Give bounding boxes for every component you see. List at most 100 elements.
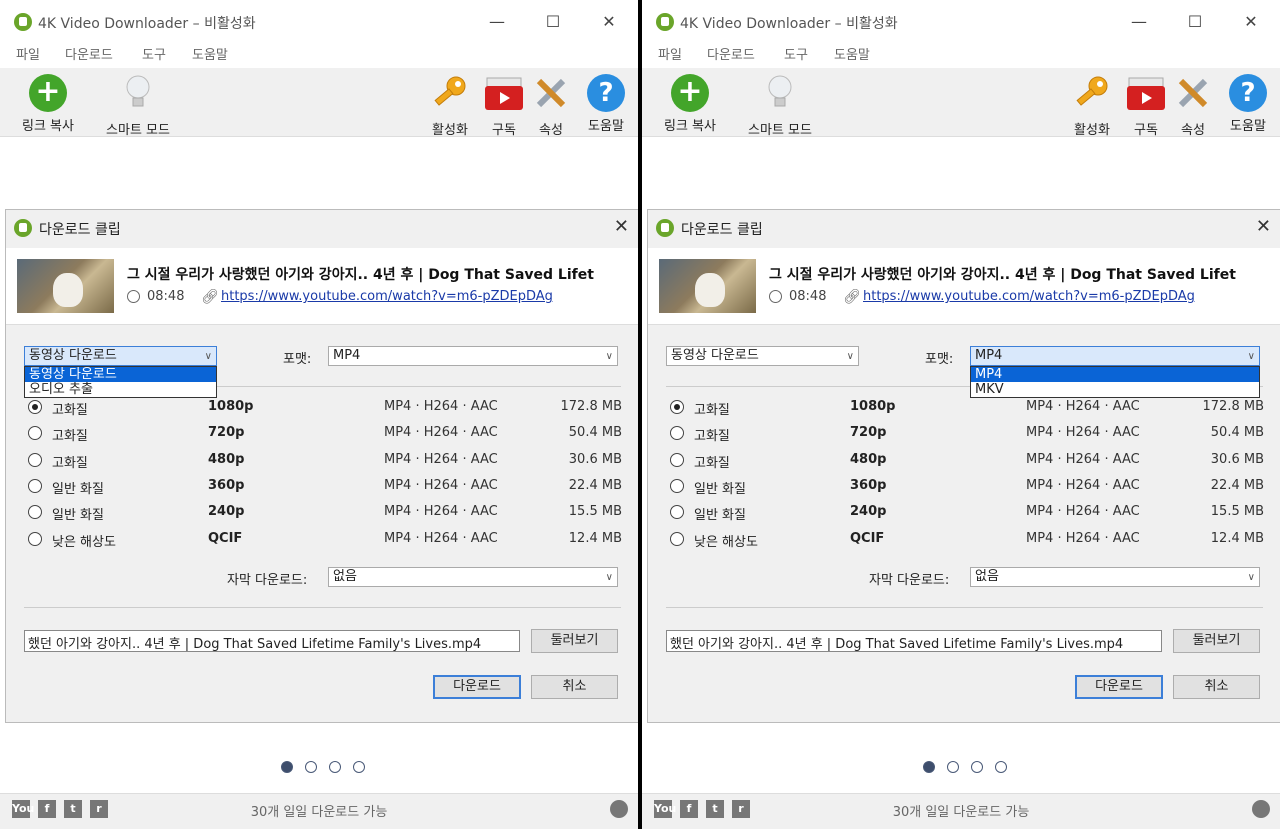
radio-button[interactable] bbox=[28, 452, 42, 467]
maximize-icon[interactable]: ☐ bbox=[1180, 10, 1210, 34]
settings-button[interactable]: 속성 bbox=[1171, 74, 1215, 138]
browse-button[interactable]: 둘러보기 bbox=[1173, 629, 1260, 653]
page-dot[interactable] bbox=[353, 761, 365, 773]
page-dot[interactable] bbox=[305, 761, 317, 773]
menu-help[interactable]: 도움말 bbox=[834, 44, 870, 63]
toolbar: + 링크 복사 스마트 모드 활성화 구독 속성 ? 도움말 bbox=[642, 68, 1280, 138]
dropdown-option[interactable]: MP4 bbox=[971, 367, 1259, 382]
browse-button[interactable]: 둘러보기 bbox=[531, 629, 618, 653]
subscribe-button[interactable]: 구독 bbox=[482, 74, 526, 138]
download-type-select[interactable]: 동영상 다운로드 ∨ bbox=[24, 346, 217, 366]
page-dot[interactable] bbox=[971, 761, 983, 773]
page-dot[interactable] bbox=[947, 761, 959, 773]
menu-tools[interactable]: 도구 bbox=[142, 44, 166, 63]
dropdown-option[interactable]: MKV bbox=[971, 382, 1259, 397]
video-duration: 08:48 bbox=[789, 289, 827, 304]
activate-button[interactable]: 활성화 bbox=[1067, 74, 1117, 138]
menu-tools[interactable]: 도구 bbox=[784, 44, 808, 63]
globe-icon[interactable] bbox=[1252, 800, 1270, 818]
activate-button[interactable]: 활성화 bbox=[425, 74, 475, 138]
quality-option[interactable]: 고화질 1080p MP4 · H264 · AAC 172.8 MB bbox=[28, 398, 622, 418]
quality-option[interactable]: 일반 화질 360p MP4 · H264 · AAC 22.4 MB bbox=[28, 477, 622, 497]
cancel-button[interactable]: 취소 bbox=[1173, 675, 1260, 699]
filename-value: 했던 아기와 강아지.. 4년 후 | Dog That Saved Lifet… bbox=[28, 637, 482, 652]
radio-button[interactable] bbox=[670, 478, 684, 493]
radio-button[interactable] bbox=[670, 400, 684, 414]
cancel-button[interactable]: 취소 bbox=[531, 675, 618, 699]
quality-option[interactable]: 고화질 480p MP4 · H264 · AAC 30.6 MB bbox=[28, 451, 622, 471]
quality-option[interactable]: 고화질 480p MP4 · H264 · AAC 30.6 MB bbox=[670, 451, 1264, 471]
radio-button[interactable] bbox=[28, 400, 42, 414]
quality-option[interactable]: 고화질 1080p MP4 · H264 · AAC 172.8 MB bbox=[670, 398, 1264, 418]
help-button[interactable]: ? 도움말 bbox=[580, 74, 632, 134]
quality-codec: MP4 · H264 · AAC bbox=[384, 399, 498, 414]
format-value: MP4 bbox=[333, 348, 361, 363]
subtitle-select[interactable]: 없음 ∨ bbox=[970, 567, 1260, 587]
dropdown-option[interactable]: 오디오 추출 bbox=[25, 382, 216, 397]
radio-button[interactable] bbox=[28, 531, 42, 546]
dialog-close-icon[interactable]: ✕ bbox=[614, 216, 629, 237]
filename-input[interactable]: 했던 아기와 강아지.. 4년 후 | Dog That Saved Lifet… bbox=[24, 630, 520, 652]
radio-button[interactable] bbox=[670, 505, 684, 520]
smart-mode-button[interactable]: 스마트 모드 bbox=[735, 74, 825, 138]
quality-option[interactable]: 낮은 해상도 QCIF MP4 · H264 · AAC 12.4 MB bbox=[670, 530, 1264, 550]
page-dot[interactable] bbox=[923, 761, 935, 773]
dialog-title: 다운로드 클립 bbox=[681, 222, 763, 238]
quality-option[interactable]: 고화질 720p MP4 · H264 · AAC 50.4 MB bbox=[28, 424, 622, 444]
format-select[interactable]: MP4 ∨ bbox=[970, 346, 1260, 366]
subscribe-button[interactable]: 구독 bbox=[1124, 74, 1168, 138]
settings-button[interactable]: 속성 bbox=[529, 74, 573, 138]
quality-size: 172.8 MB bbox=[1202, 399, 1264, 414]
quality-option[interactable]: 고화질 720p MP4 · H264 · AAC 50.4 MB bbox=[670, 424, 1264, 444]
video-thumbnail bbox=[17, 259, 114, 313]
quality-codec: MP4 · H264 · AAC bbox=[384, 530, 498, 546]
radio-button[interactable] bbox=[28, 478, 42, 493]
page-dot[interactable] bbox=[329, 761, 341, 773]
globe-icon[interactable] bbox=[610, 800, 628, 818]
chevron-down-icon: ∨ bbox=[605, 351, 613, 362]
minimize-icon[interactable]: — bbox=[1124, 10, 1154, 34]
menu-help[interactable]: 도움말 bbox=[192, 44, 228, 63]
quality-option[interactable]: 일반 화질 240p MP4 · H264 · AAC 15.5 MB bbox=[28, 503, 622, 523]
close-icon[interactable]: ✕ bbox=[594, 10, 624, 34]
radio-button[interactable] bbox=[28, 426, 42, 441]
minimize-icon[interactable]: — bbox=[482, 10, 512, 34]
format-label: 포맷: bbox=[925, 352, 954, 367]
video-url[interactable]: https://www.youtube.com/watch?v=m6-pZDEp… bbox=[863, 289, 1195, 304]
divider bbox=[666, 607, 1263, 608]
menu-file[interactable]: 파일 bbox=[658, 44, 682, 63]
quality-option[interactable]: 일반 화질 240p MP4 · H264 · AAC 15.5 MB bbox=[670, 503, 1264, 523]
download-type-select[interactable]: 동영상 다운로드 ∨ bbox=[666, 346, 859, 366]
close-icon[interactable]: ✕ bbox=[1236, 10, 1266, 34]
filename-input[interactable]: 했던 아기와 강아지.. 4년 후 | Dog That Saved Lifet… bbox=[666, 630, 1162, 652]
quality-option[interactable]: 낮은 해상도 QCIF MP4 · H264 · AAC 12.4 MB bbox=[28, 530, 622, 550]
dropdown-option[interactable]: 동영상 다운로드 bbox=[25, 367, 216, 382]
radio-button[interactable] bbox=[28, 505, 42, 520]
video-url[interactable]: https://www.youtube.com/watch?v=m6-pZDEp… bbox=[221, 289, 553, 304]
page-dot[interactable] bbox=[995, 761, 1007, 773]
format-select[interactable]: MP4 ∨ bbox=[328, 346, 618, 366]
radio-button[interactable] bbox=[670, 452, 684, 467]
radio-button[interactable] bbox=[670, 426, 684, 441]
dialog-close-icon[interactable]: ✕ bbox=[1256, 216, 1271, 237]
download-button[interactable]: 다운로드 bbox=[1075, 675, 1163, 699]
page-dot[interactable] bbox=[281, 761, 293, 773]
clock-icon bbox=[769, 290, 782, 303]
menu-download[interactable]: 다운로드 bbox=[65, 44, 113, 63]
menu-bar: 파일 다운로드 도구 도움말 bbox=[0, 44, 638, 68]
help-button[interactable]: ? 도움말 bbox=[1222, 74, 1274, 134]
app-logo-icon bbox=[14, 219, 32, 237]
subtitle-select[interactable]: 없음 ∨ bbox=[328, 567, 618, 587]
radio-button[interactable] bbox=[670, 531, 684, 546]
copy-link-button[interactable]: + 링크 복사 bbox=[12, 74, 84, 134]
link-icon: 🔗︎ bbox=[201, 289, 219, 305]
download-button[interactable]: 다운로드 bbox=[433, 675, 521, 699]
smart-mode-button[interactable]: 스마트 모드 bbox=[93, 74, 183, 138]
quality-option[interactable]: 일반 화질 360p MP4 · H264 · AAC 22.4 MB bbox=[670, 477, 1264, 497]
menu-download[interactable]: 다운로드 bbox=[707, 44, 755, 63]
menu-file[interactable]: 파일 bbox=[16, 44, 40, 63]
copy-link-label: 링크 복사 bbox=[22, 119, 74, 134]
copy-link-button[interactable]: + 링크 복사 bbox=[654, 74, 726, 134]
maximize-icon[interactable]: ☐ bbox=[538, 10, 568, 34]
window-title: 4K Video Downloader – 비활성화 bbox=[38, 16, 256, 32]
